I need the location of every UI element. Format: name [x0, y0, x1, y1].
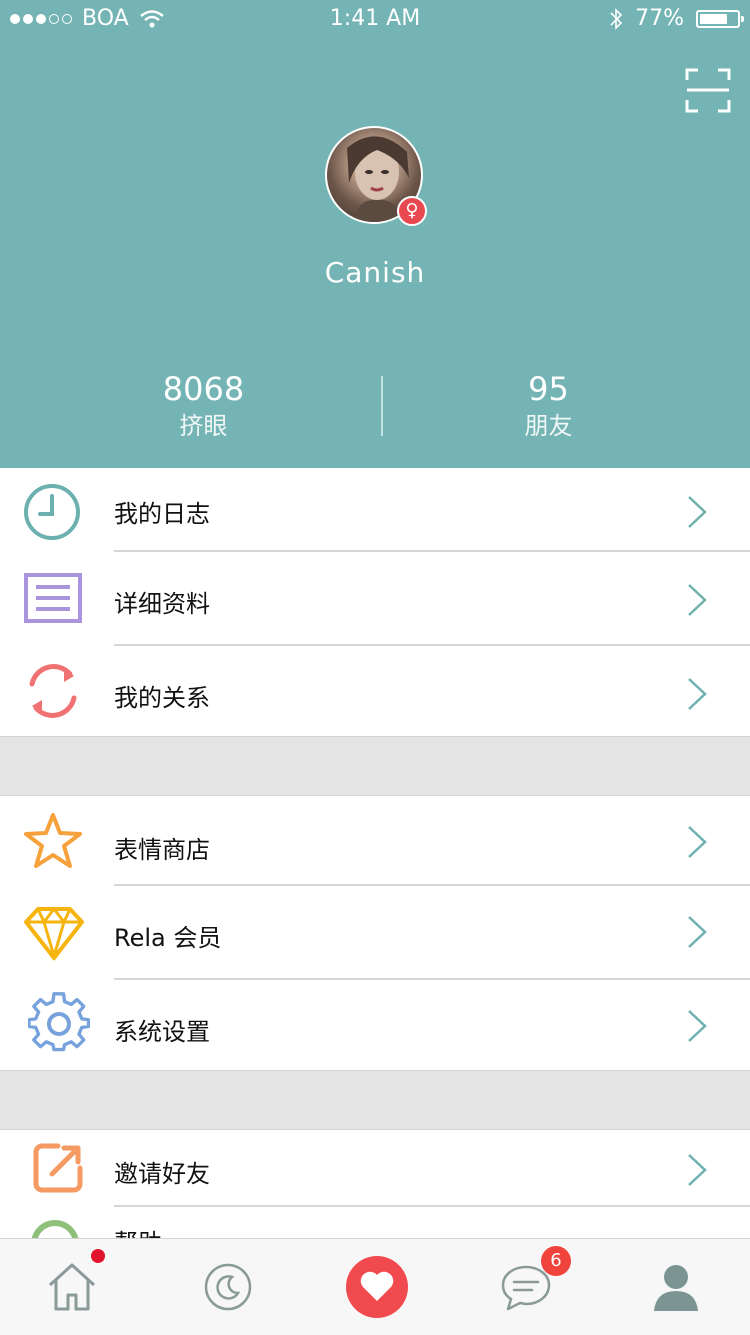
diamond-icon [24, 906, 84, 962]
help-icon [31, 1220, 79, 1238]
menu-label-diary: 我的日志 [114, 500, 210, 528]
menu-item-rela-membership[interactable]: Rela 会员 [0, 886, 750, 978]
friends-stat[interactable]: 95 朋友 [361, 370, 736, 444]
refresh-cycle-icon [29, 664, 77, 718]
heart-icon[interactable] [345, 1255, 409, 1319]
chevron-right-icon [688, 1010, 707, 1042]
profile-icon[interactable] [650, 1261, 702, 1313]
female-gender-badge: ♀ [397, 196, 427, 226]
username: Canish [324, 256, 426, 289]
menu-label-invite-friends: 邀请好友 [114, 1160, 210, 1188]
clock-icon [24, 484, 80, 540]
menu-item-settings[interactable]: 系统设置 [0, 980, 750, 1070]
wink-count: 8068 [162, 370, 245, 408]
menu-item-invite-friends[interactable]: 邀请好友 [0, 1130, 750, 1206]
chevron-right-icon [688, 496, 707, 528]
chevron-right-icon [688, 826, 707, 858]
share-icon [33, 1143, 83, 1193]
wink-stat[interactable]: 8068 挤眼 [16, 370, 391, 444]
menu-label-profile-details: 详细资料 [114, 590, 210, 618]
menu-item-diary[interactable]: 我的日志 [0, 468, 750, 552]
home-icon[interactable] [44, 1259, 100, 1315]
message-count-badge: 6 [541, 1246, 571, 1276]
status-right: 77% [609, 6, 744, 31]
menu-label-help: 帮助 [114, 1223, 162, 1238]
scan-qr-button[interactable] [684, 66, 732, 114]
friends-count: 95 [528, 370, 569, 408]
bluetooth-icon [610, 7, 623, 30]
chevron-right-icon [688, 916, 707, 948]
gear-icon [28, 992, 90, 1052]
moon-icon[interactable] [202, 1261, 254, 1313]
menu-item-profile-details[interactable]: 详细资料 [0, 552, 750, 644]
home-notification-dot [91, 1249, 105, 1263]
menu-label-settings: 系统设置 [114, 1018, 210, 1046]
chevron-right-icon [688, 1154, 707, 1186]
status-bar: BOA 1:41 AM 77% [0, 0, 750, 40]
menu-item-sticker-store[interactable]: 表情商店 [0, 796, 750, 886]
section-gap [0, 1070, 750, 1130]
friends-label: 朋友 [524, 412, 573, 440]
battery-icon [696, 9, 744, 28]
menu-label-sticker-store: 表情商店 [114, 836, 210, 864]
battery-percent: 77% [635, 6, 684, 31]
chevron-right-icon [688, 678, 707, 710]
tab-bar [0, 1238, 750, 1335]
chevron-right-icon [688, 584, 707, 616]
menu-item-relationships[interactable]: 我的关系 [0, 646, 750, 736]
star-icon [24, 813, 82, 868]
menu-label-rela-membership: Rela 会员 [114, 924, 222, 952]
section-gap [0, 736, 750, 796]
wink-label: 挤眼 [179, 412, 228, 440]
list-document-icon [24, 573, 82, 623]
menu-item-help[interactable]: 帮助 [0, 1207, 750, 1238]
menu-label-relationships: 我的关系 [114, 684, 210, 712]
